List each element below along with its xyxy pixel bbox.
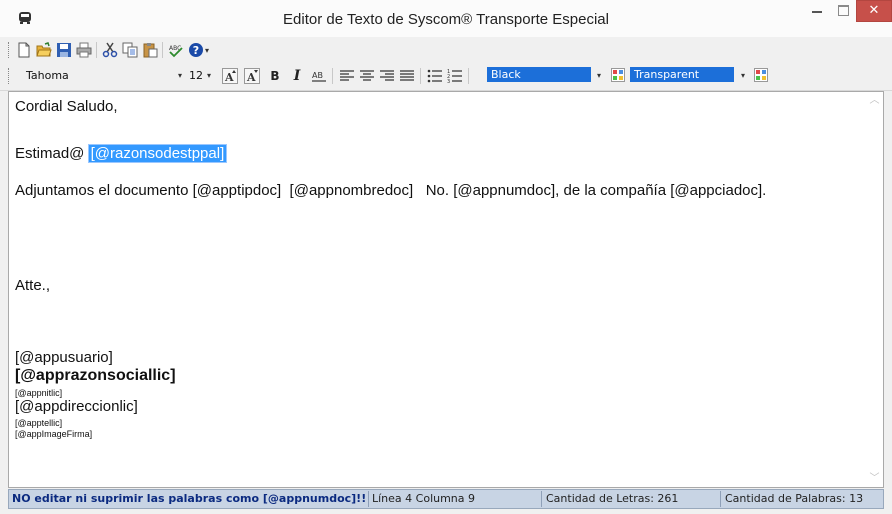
save-icon[interactable] <box>56 42 72 58</box>
svg-text:A: A <box>246 71 256 84</box>
italic-button[interactable]: I <box>290 67 304 85</box>
back-color-select[interactable]: Transparent <box>630 67 734 82</box>
status-bar: NO editar ni suprimir las palabras como … <box>8 489 884 509</box>
color-palette-icon[interactable] <box>611 68 625 82</box>
minimize-button[interactable] <box>803 0 830 22</box>
align-left-icon[interactable] <box>339 68 355 84</box>
svg-text:AB: AB <box>312 71 323 80</box>
font-name-select[interactable]: Tahoma <box>26 67 171 85</box>
print-icon[interactable] <box>76 42 92 58</box>
color-palette-icon[interactable] <box>754 68 768 82</box>
status-divider <box>541 491 542 507</box>
close-button[interactable]: ✕ <box>856 0 892 22</box>
svg-text:3: 3 <box>447 79 450 84</box>
toolbar-separator <box>332 68 333 84</box>
cut-icon[interactable] <box>102 42 118 58</box>
window-title: Editor de Texto de Syscom® Transporte Es… <box>283 11 609 28</box>
underline-icon[interactable]: AB <box>311 68 327 84</box>
toolbar-separator <box>468 68 469 84</box>
maximize-button[interactable] <box>830 0 856 22</box>
font-size-select[interactable]: 12 <box>189 67 203 85</box>
minimize-icon <box>812 11 822 13</box>
font-size-dropdown-arrow[interactable]: ▾ <box>207 71 211 80</box>
text-color-dropdown-arrow[interactable]: ▾ <box>597 71 601 80</box>
signature-address: [@appdireccionlic] <box>15 398 138 415</box>
estimado-prefix: Estimad@ <box>15 145 89 162</box>
signature-image: [@appImageFirma] <box>15 429 93 439</box>
status-word-count: Cantidad de Palabras: 13 <box>725 492 864 505</box>
signature-user: [@appusuario] <box>15 349 113 366</box>
status-divider <box>368 491 369 507</box>
paste-icon[interactable] <box>142 42 158 58</box>
toolbar-separator <box>96 42 97 58</box>
signature-nit: [@appnitlic] <box>15 388 63 398</box>
close-icon: ✕ <box>868 3 880 18</box>
body-line: Adjuntamos el documento [@apptipdoc] [@a… <box>15 182 767 199</box>
selected-field-razonsodestppal[interactable]: [@razonsodestppal] <box>87 144 228 163</box>
help-icon[interactable]: ? <box>188 42 204 58</box>
signature-phone: [@apptellic] <box>15 418 63 428</box>
editor-window: Editor de Texto de Syscom® Transporte Es… <box>0 0 892 514</box>
toolbar-separator <box>162 42 163 58</box>
justify-icon[interactable] <box>399 68 415 84</box>
toolbar-separator <box>420 68 421 84</box>
grow-font-icon[interactable]: A <box>222 68 238 84</box>
align-right-icon[interactable] <box>379 68 395 84</box>
formatting-toolbar: Tahoma ▾ 12 ▾ A A B I AB 1 2 3 Black ▾ T… <box>0 63 892 91</box>
align-center-icon[interactable] <box>359 68 375 84</box>
font-name-dropdown-arrow[interactable]: ▾ <box>178 71 182 80</box>
help-dropdown-arrow[interactable]: ▾ <box>205 46 209 55</box>
scroll-up-icon[interactable]: ︿ <box>866 92 883 109</box>
copy-icon[interactable] <box>122 42 138 58</box>
status-letter-count: Cantidad de Letras: 261 <box>546 492 679 505</box>
standard-toolbar: ABC ? ▾ <box>0 37 892 63</box>
bullets-icon[interactable] <box>427 68 443 84</box>
shrink-font-icon[interactable]: A <box>244 68 260 84</box>
maximize-icon <box>838 5 849 16</box>
svg-text:?: ? <box>193 44 199 57</box>
title-bar[interactable]: Editor de Texto de Syscom® Transporte Es… <box>0 0 892 37</box>
text-color-select[interactable]: Black <box>487 67 591 82</box>
bold-button[interactable]: B <box>268 67 282 85</box>
numbering-icon[interactable]: 123 <box>447 68 463 84</box>
estimado-line: Estimad@ [@razonsodestppal] <box>15 144 228 163</box>
spellcheck-icon[interactable]: ABC <box>168 42 184 58</box>
new-document-icon[interactable] <box>16 42 32 58</box>
closing-line: Atte., <box>15 277 51 294</box>
status-position: Línea 4 Columna 9 <box>372 492 476 505</box>
status-warning: NO editar ni suprimir las palabras como … <box>12 492 367 505</box>
toolbar-grip[interactable] <box>8 68 11 84</box>
status-divider <box>720 491 721 507</box>
signature-company: [@apprazonsociallic] <box>15 367 176 384</box>
scroll-down-icon[interactable]: ﹀ <box>866 470 883 487</box>
open-folder-icon[interactable] <box>36 42 52 58</box>
vertical-scrollbar[interactable]: ︿ ﹀ <box>866 92 883 487</box>
greeting-line: Cordial Saludo, <box>15 98 118 115</box>
toolbar-grip[interactable] <box>8 42 11 58</box>
rich-text-editor[interactable]: Cordial Saludo, Estimad@ [@razonsodestpp… <box>8 91 884 488</box>
back-color-dropdown-arrow[interactable]: ▾ <box>741 71 745 80</box>
